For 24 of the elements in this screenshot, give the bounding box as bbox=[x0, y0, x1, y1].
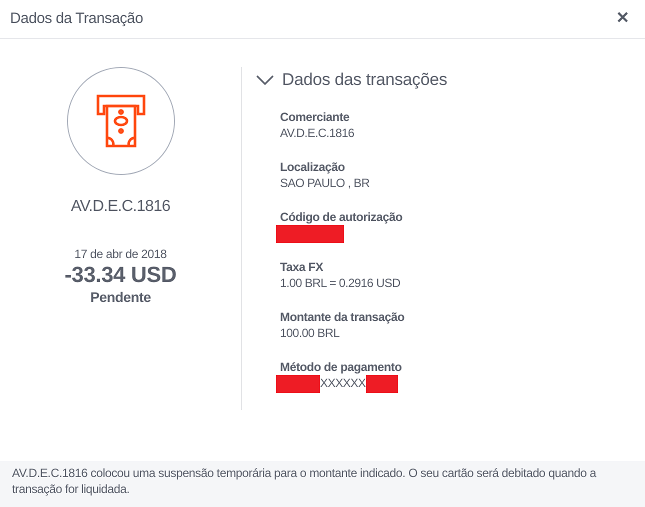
field-value: AV.D.E.C.1816 bbox=[280, 126, 354, 140]
transaction-status: Pendente bbox=[90, 288, 151, 308]
redaction-bar bbox=[366, 374, 398, 392]
field-label: Método de pagamento bbox=[280, 358, 403, 374]
field-label: Código de autorização bbox=[280, 208, 404, 224]
field-value: XXXXXX bbox=[320, 376, 366, 390]
transaction-date: 17 de abr de 2018 bbox=[74, 246, 167, 263]
window-title: Dados da Transação bbox=[10, 8, 144, 29]
cash-dispenser-icon bbox=[94, 94, 146, 148]
merchant-name: AV.D.E.C.1816 bbox=[70, 197, 170, 217]
redaction-bar bbox=[276, 374, 320, 392]
field-value: 1.00 BRL = 0.2916 USD bbox=[280, 276, 400, 290]
field-label: Taxa FX bbox=[280, 258, 324, 274]
field-value: SAO PAULO , BR bbox=[280, 176, 370, 190]
field-label: Montante da transação bbox=[280, 308, 406, 324]
transaction-amount: -33.34 USD bbox=[64, 263, 176, 288]
field-label: Localização bbox=[280, 158, 346, 174]
footer-note: AV.D.E.C.1816 colocou uma suspensão temporária para o montante indicado. O seu cartão será debitado quando a transação for liquidada. bbox=[0, 461, 645, 507]
redaction-bar bbox=[276, 224, 344, 242]
chevron-down-icon[interactable] bbox=[256, 74, 274, 85]
close-button[interactable]: ✕ bbox=[612, 11, 633, 27]
field-value: 100.00 BRL bbox=[280, 326, 340, 340]
section-title: Dados das transações bbox=[282, 69, 448, 91]
field-label: Comerciante bbox=[280, 108, 350, 124]
